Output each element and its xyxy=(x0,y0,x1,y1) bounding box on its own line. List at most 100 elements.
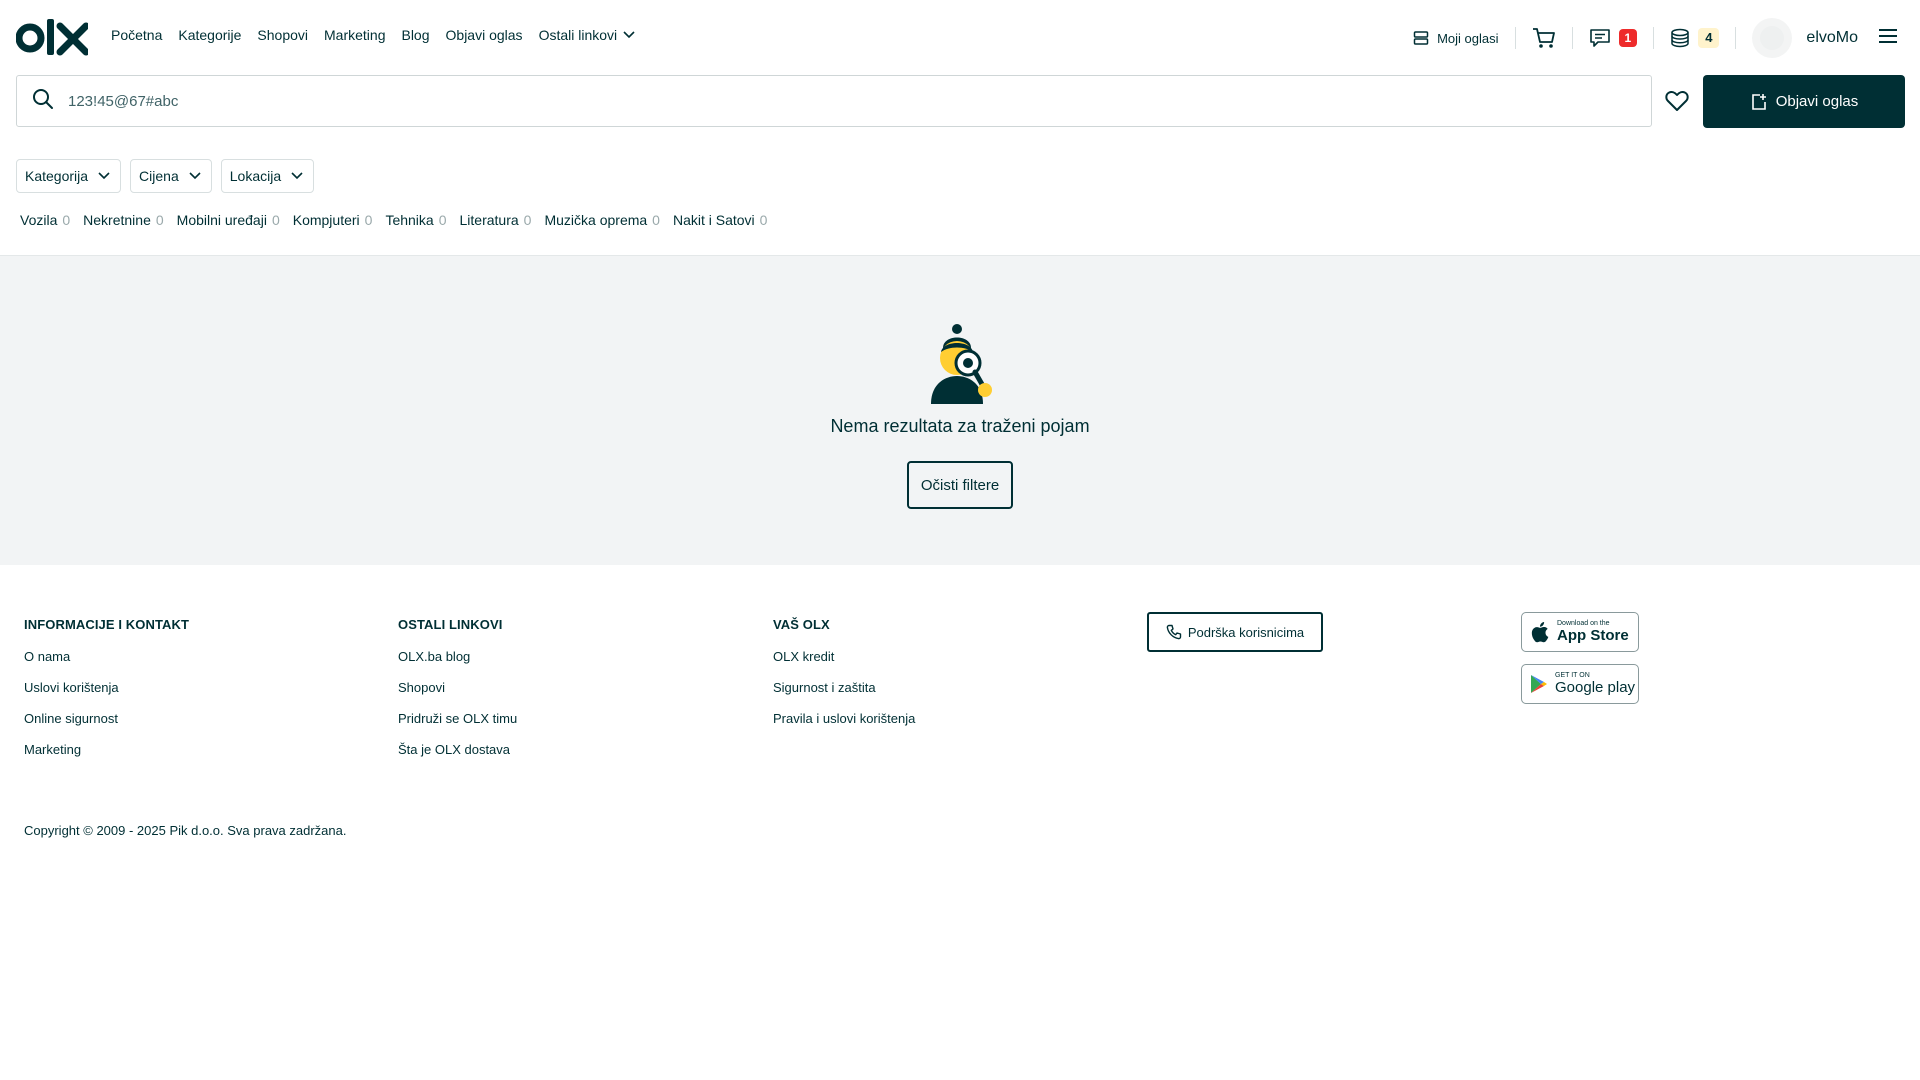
footer-link[interactable]: O nama xyxy=(24,647,189,678)
credits-button[interactable]: 4 xyxy=(1654,28,1735,48)
google-play-badge[interactable]: GET IT ON Google play xyxy=(1521,664,1639,704)
nav-more-dropdown[interactable]: Ostali linkovi xyxy=(539,27,636,43)
category-literatura[interactable]: Literatura 0 xyxy=(460,212,532,228)
nav-item-blog[interactable]: Blog xyxy=(401,27,429,43)
menu-icon[interactable] xyxy=(1878,28,1898,49)
category-nakit-i-satovi[interactable]: Nakit i Satovi 0 xyxy=(673,212,768,228)
olx-logo[interactable] xyxy=(15,16,90,58)
filter-kategorija[interactable]: Kategorija xyxy=(16,159,122,193)
search-bar xyxy=(16,75,1652,127)
category-tehnika[interactable]: Tehnika 0 xyxy=(385,212,446,228)
header: Početna Kategorije Shopovi Marketing Blo… xyxy=(0,0,1920,75)
footer: INFORMACIJE I KONTAKT O nama Uslovi kori… xyxy=(0,565,1920,1080)
category-label: Mobilni uređaji xyxy=(176,212,267,228)
nav-item-marketing[interactable]: Marketing xyxy=(324,27,385,43)
avatar[interactable] xyxy=(1752,18,1793,58)
category-label: Kompjuteri xyxy=(292,212,360,228)
favorites-button[interactable] xyxy=(1662,86,1692,116)
footer-link[interactable]: Online sigurnost xyxy=(24,709,189,740)
category-count: 0 xyxy=(271,212,280,228)
cart-button[interactable] xyxy=(1516,27,1572,49)
filter-label: Kategorija xyxy=(25,168,89,184)
chevron-down-icon xyxy=(189,172,201,180)
filter-lokacija[interactable]: Lokacija xyxy=(220,159,315,193)
search-input[interactable] xyxy=(68,92,1568,110)
messages-count-badge: 1 xyxy=(1618,29,1638,47)
footer-heading: VAŠ OLX xyxy=(773,617,830,632)
category-label: Literatura xyxy=(459,212,519,228)
chat-icon xyxy=(1589,29,1610,47)
app-store-big: App Store xyxy=(1557,627,1629,644)
category-count: 0 xyxy=(364,212,373,228)
nav-item-kategorije[interactable]: Kategorije xyxy=(178,27,241,43)
heart-icon xyxy=(1665,91,1689,111)
filter-bar: Kategorija Cijena Lokacija xyxy=(16,159,315,193)
phone-icon xyxy=(1166,624,1182,640)
post-ad-button[interactable]: Objavi oglas xyxy=(1703,75,1905,128)
main-nav: Početna Kategorije Shopovi Marketing Blo… xyxy=(111,27,635,43)
footer-column-links: OSTALI LINKOVI OLX.ba blog Shopovi Pridr… xyxy=(398,617,517,771)
footer-link[interactable]: OLX.ba blog xyxy=(398,647,517,678)
footer-heading: OSTALI LINKOVI xyxy=(398,617,503,632)
copyright: Copyright © 2009 - 2025 Pik d.o.o. Sva p… xyxy=(24,823,347,838)
category-count: 0 xyxy=(438,212,447,228)
list-icon xyxy=(1413,31,1429,45)
clear-filters-button[interactable]: Očisti filtere xyxy=(907,461,1013,509)
filter-label: Lokacija xyxy=(229,168,282,184)
chevron-down-icon xyxy=(291,172,303,180)
my-ads-label: Moji oglasi xyxy=(1437,30,1499,46)
nav-item-pocetna[interactable]: Početna xyxy=(111,27,162,43)
footer-column-your-olx: VAŠ OLX OLX kredit Sigurnost i zaštita P… xyxy=(773,617,915,740)
footer-link[interactable]: Pravila i uslovi korištenja xyxy=(773,709,915,740)
category-count: 0 xyxy=(652,212,660,228)
footer-heading: INFORMACIJE I KONTAKT xyxy=(24,617,190,632)
empty-title: Nema rezultata za traženi pojam xyxy=(830,416,1090,436)
google-play-big: Google play xyxy=(1555,679,1636,696)
category-chips: Vozila 0 Nekretnine 0 Mobilni uređaji 0 Kom… xyxy=(20,212,767,228)
chevron-down-icon xyxy=(623,31,635,39)
support-button[interactable]: Podrška korisnicima xyxy=(1147,612,1323,652)
category-muzicka-oprema[interactable]: Muzička oprema 0 xyxy=(544,212,660,228)
footer-link[interactable]: OLX kredit xyxy=(773,647,915,678)
divider xyxy=(1735,27,1737,49)
footer-link[interactable]: Marketing xyxy=(24,740,189,771)
nav-item-shopovi[interactable]: Shopovi xyxy=(257,27,308,43)
category-count: 0 xyxy=(759,212,768,228)
category-count: 0 xyxy=(155,212,164,228)
footer-link[interactable]: Uslovi korištenja xyxy=(24,678,189,709)
credits-count-badge: 4 xyxy=(1698,28,1720,48)
filter-cijena[interactable]: Cijena xyxy=(130,159,212,193)
username[interactable]: elvoMo xyxy=(1806,29,1858,47)
footer-link[interactable]: Pridruži se OLX timu xyxy=(398,709,517,740)
category-label: Nakit i Satovi xyxy=(672,212,755,228)
footer-link[interactable]: Sigurnost i zaštita xyxy=(773,678,915,709)
messages-button[interactable]: 1 xyxy=(1573,28,1654,48)
category-label: Muzička oprema xyxy=(544,212,648,228)
chevron-down-icon xyxy=(98,172,110,180)
header-actions: Moji oglasi 1 4 elvoMo xyxy=(1397,18,1898,58)
footer-link[interactable]: Shopovi xyxy=(398,678,517,709)
empty-results: Nema rezultata za traženi pojam Očisti f… xyxy=(0,255,1920,565)
category-count: 0 xyxy=(62,212,71,228)
footer-link[interactable]: Šta je OLX dostava xyxy=(398,740,517,771)
category-kompjuteri[interactable]: Kompjuteri 0 xyxy=(293,212,373,228)
app-store-badge[interactable]: Download on the App Store xyxy=(1521,612,1639,652)
cart-icon xyxy=(1532,28,1555,48)
footer-column-info: INFORMACIJE I KONTAKT O nama Uslovi kori… xyxy=(24,617,189,771)
apple-icon xyxy=(1531,622,1549,643)
category-label: Vozila xyxy=(20,212,58,228)
category-count: 0 xyxy=(523,212,532,228)
category-vozila[interactable]: Vozila 0 xyxy=(20,212,70,228)
no-results-illustration xyxy=(925,322,995,404)
post-ad-label: Objavi oglas xyxy=(1775,93,1859,110)
search-icon[interactable] xyxy=(32,88,54,115)
coins-icon xyxy=(1671,28,1689,48)
category-mobilni-uredjaji[interactable]: Mobilni uređaji 0 xyxy=(177,212,280,228)
category-label: Nekretnine xyxy=(83,212,151,228)
support-label: Podrška korisnicima xyxy=(1187,624,1305,640)
google-play-icon xyxy=(1531,675,1547,693)
my-ads-link[interactable]: Moji oglasi xyxy=(1397,30,1514,46)
nav-item-objavi-oglas[interactable]: Objavi oglas xyxy=(446,27,523,43)
add-post-icon xyxy=(1751,93,1766,110)
category-nekretnine[interactable]: Nekretnine 0 xyxy=(83,212,164,228)
